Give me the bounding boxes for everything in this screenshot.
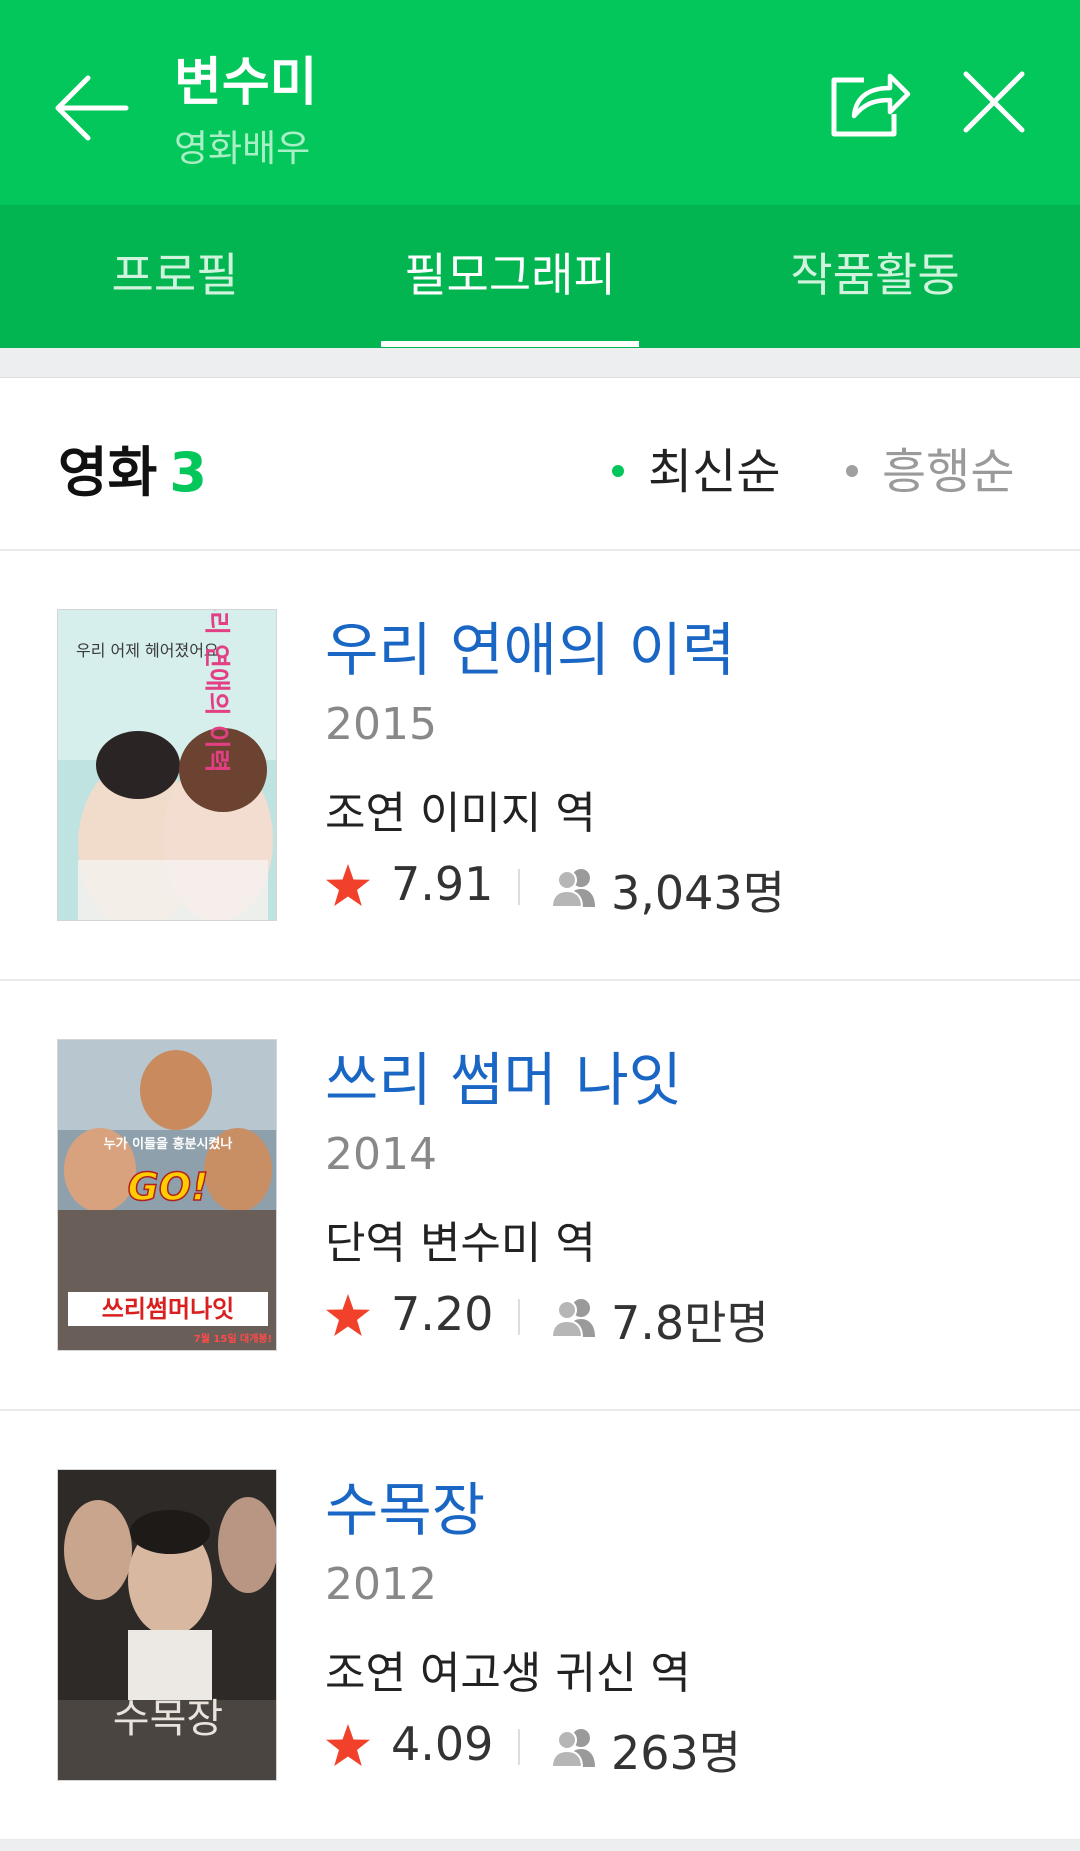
- movie-rating: 7.91: [391, 857, 494, 911]
- poster-image: 수목장: [58, 1470, 276, 1780]
- sort-latest[interactable]: 최신순: [612, 432, 780, 502]
- section-title-label: 영화: [58, 441, 158, 504]
- movie-poster[interactable]: 수목장: [57, 1469, 277, 1781]
- star-icon: [326, 1724, 370, 1766]
- poster-title-text: 수목장: [113, 1696, 223, 1742]
- movie-role: 단역 변수미 역: [325, 1218, 596, 1269]
- tab-filmography[interactable]: 필모그래피: [381, 205, 639, 348]
- audience-icon: [551, 1299, 595, 1337]
- sort-latest-label: 최신순: [648, 444, 781, 500]
- back-arrow-icon: [55, 75, 129, 141]
- unselected-dot-icon: [846, 465, 858, 477]
- top-header: 변수미 영화배우: [0, 0, 1080, 205]
- tab-profile[interactable]: 프로필: [60, 205, 290, 348]
- bottom-separator: [0, 1840, 1080, 1851]
- close-button[interactable]: [960, 68, 1028, 136]
- selected-dot-icon: [612, 465, 624, 477]
- poster-release-text: 7월 15일 대개봉!: [194, 1332, 272, 1345]
- movie-year: 2015: [325, 699, 437, 750]
- poster-tagline: 우리 어제 헤어졌어요: [76, 641, 219, 660]
- sort-box-office[interactable]: 흥행순: [846, 432, 1014, 502]
- poster-title-text: 우리 연애의 이력: [201, 610, 231, 773]
- stats-divider: [518, 1299, 520, 1335]
- section-separator: [0, 348, 1080, 378]
- movie-item[interactable]: GO! 누가 이들을 흥분시켰나 쓰리썸머나잇 7월 15일 대개봉! 쓰리 썸…: [0, 981, 1080, 1411]
- poster-tagline: 누가 이들을 흥분시켰나: [104, 1136, 233, 1152]
- active-tab-indicator: [381, 341, 639, 347]
- movie-audience: 3,043명: [611, 866, 786, 920]
- star-icon: [326, 864, 370, 906]
- movie-year: 2012: [325, 1559, 437, 1610]
- tab-works[interactable]: 작품활동: [760, 205, 990, 348]
- poster-image: GO! 누가 이들을 흥분시켰나 쓰리썸머나잇 7월 15일 대개봉!: [58, 1040, 276, 1350]
- poster-image: 우리 어제 헤어졌어요 우리 연애의 이력: [58, 610, 276, 920]
- section-header: 영화 3 최신순 흥행순: [0, 378, 1080, 551]
- back-button[interactable]: [52, 72, 132, 144]
- movie-rating: 4.09: [391, 1717, 494, 1771]
- movie-audience: 263명: [611, 1726, 742, 1780]
- movie-item[interactable]: 우리 어제 헤어졌어요 우리 연애의 이력 우리 연애의 이력 2015 조연 …: [0, 551, 1080, 981]
- section-title: 영화 3: [58, 428, 207, 507]
- share-button[interactable]: [828, 62, 912, 140]
- movie-title[interactable]: 수목장: [325, 1463, 485, 1547]
- movie-role: 조연 이미지 역: [325, 788, 596, 839]
- sort-box-office-label: 흥행순: [882, 444, 1015, 500]
- page-subtitle: 영화배우: [174, 127, 311, 170]
- movie-year: 2014: [325, 1129, 437, 1180]
- page-title: 변수미: [174, 53, 318, 113]
- movie-audience: 7.8만명: [611, 1296, 769, 1350]
- stats-divider: [518, 869, 520, 905]
- tab-bar: 프로필 필모그래피 작품활동: [0, 205, 1080, 348]
- movie-title[interactable]: 쓰리 썸머 나잇: [325, 1033, 682, 1117]
- poster-go-text: GO!: [128, 1165, 209, 1209]
- star-icon: [326, 1294, 370, 1336]
- movie-poster[interactable]: GO! 누가 이들을 흥분시켰나 쓰리썸머나잇 7월 15일 대개봉!: [57, 1039, 277, 1351]
- audience-icon: [551, 1729, 595, 1767]
- share-icon: [831, 73, 911, 137]
- section-count: 3: [169, 441, 207, 504]
- movie-rating: 7.20: [391, 1287, 494, 1341]
- movie-role: 조연 여고생 귀신 역: [325, 1648, 691, 1699]
- movie-title[interactable]: 우리 연애의 이력: [325, 603, 735, 687]
- movie-item[interactable]: 수목장 수목장 2012 조연 여고생 귀신 역 4.09 263명: [0, 1411, 1080, 1841]
- movie-poster[interactable]: 우리 어제 헤어졌어요 우리 연애의 이력: [57, 609, 277, 921]
- audience-icon: [551, 869, 595, 907]
- close-icon: [963, 71, 1025, 133]
- stats-divider: [518, 1729, 520, 1765]
- poster-title-text: 쓰리썸머나잇: [102, 1295, 234, 1323]
